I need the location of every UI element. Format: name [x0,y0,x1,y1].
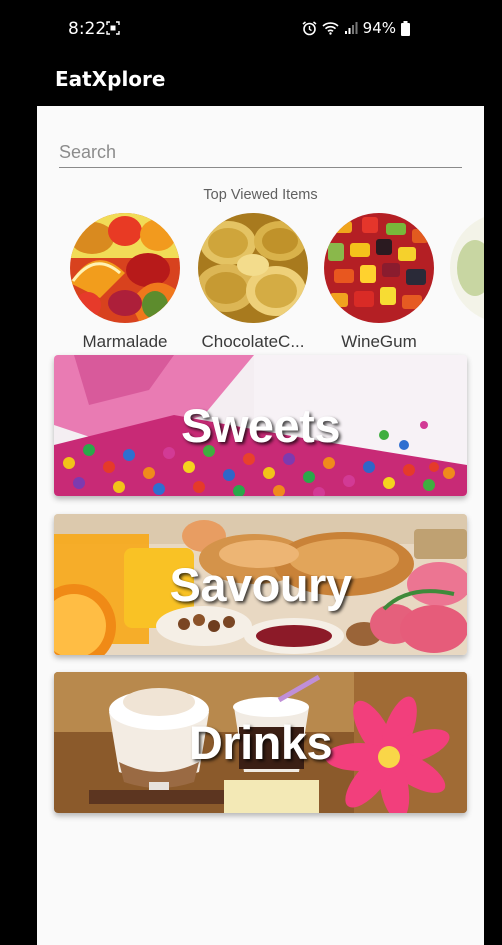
battery-percent: 94% [362,19,396,37]
app-title: EatXplore [55,67,166,91]
screenshot-icon [106,21,120,35]
chocolate-coins-image [198,213,308,323]
left-edge [0,106,37,945]
alarm-icon [302,20,317,35]
winegum-image [324,213,434,323]
right-edge [484,106,502,945]
top-item-winegum[interactable]: WineGum [324,213,434,352]
partial-item-image [450,213,484,323]
status-icons: 94% [302,19,410,37]
search-input[interactable] [59,138,462,166]
top-item-label: Marmalade [82,332,168,351]
category-title: Sweets [181,399,340,452]
category-card-sweets[interactable]: Sweets [54,355,467,496]
battery-icon [401,20,410,36]
top-viewed-label: Top Viewed Items [203,187,318,203]
top-item-label: WineGum [341,332,417,351]
status-bar: 8:22 94% [0,0,502,56]
top-item-partial[interactable]: E [450,213,484,352]
signal-icon [344,22,358,34]
top-item-label: ChocolateC... [201,332,305,351]
wifi-icon [322,22,339,35]
main-content: Top Viewed Items Marmalade [37,106,484,945]
marmalade-image [70,213,180,323]
category-card-drinks[interactable]: Drinks [54,672,467,813]
top-item-chocolate-coins[interactable]: ChocolateC... [198,213,308,352]
category-title: Savoury [169,558,352,611]
category-card-savoury[interactable]: Savoury [54,514,467,655]
app-bar: EatXplore [0,56,502,106]
top-viewed-carousel[interactable]: Marmalade ChocolateC... WineGum [70,213,484,353]
search-box [59,138,462,168]
status-time: 8:22 [68,19,107,39]
top-item-label: E [450,332,484,352]
category-title: Drinks [188,716,333,769]
top-item-marmalade[interactable]: Marmalade [70,213,180,352]
